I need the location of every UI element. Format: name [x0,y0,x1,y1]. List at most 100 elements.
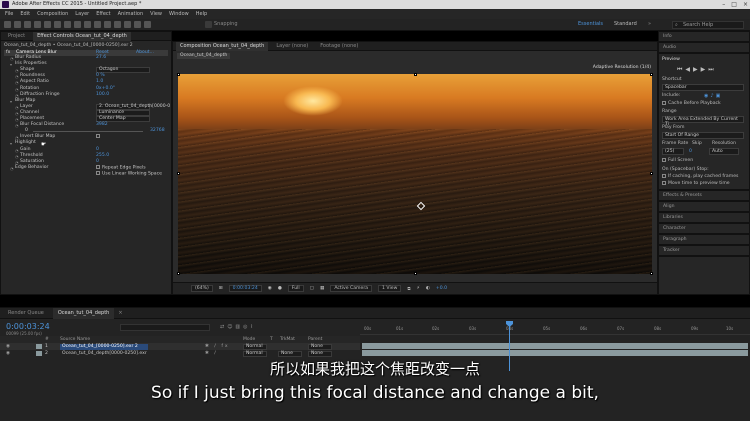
transform-handle-b[interactable] [414,272,417,275]
grid-icon[interactable]: ⊞ [219,286,223,291]
graph-editor-icon[interactable]: ⌇ [251,324,256,330]
effect-property-value[interactable]: 255.0 [96,153,109,159]
frame-rate-dropdown[interactable]: (25) [662,148,684,155]
align-panel[interactable]: Align [658,201,750,212]
cache-checkbox[interactable] [662,100,666,105]
include-overlays-icon[interactable]: ▣ [716,93,723,99]
hand-tool-icon[interactable] [24,21,31,28]
frame-blending-icon[interactable]: ▥ [235,324,243,330]
full-screen-checkbox[interactable] [662,157,666,162]
transform-handle-r[interactable] [650,172,653,175]
transform-handle-t[interactable] [414,73,417,76]
layer-1-duration-bar[interactable] [362,343,748,349]
checkbox-icon[interactable] [96,134,100,139]
effect-property-checkbox[interactable]: Use Linear Working Space [96,170,162,178]
layer-2-parent-dropdown[interactable]: None [308,350,332,357]
effect-property-row[interactable]: Threshold 255.0 ◔ [4,153,168,159]
effect-property-value[interactable]: 0 [96,159,99,165]
audio-panel[interactable]: Audio [658,42,750,53]
close-icon[interactable]: × [743,0,748,9]
move-time-checkbox[interactable] [662,180,666,185]
col-source-name[interactable]: Source Name [60,336,90,343]
last-frame-icon[interactable]: ⏭ [708,66,716,73]
effect-property-row[interactable]: Use Linear Working Space [4,170,168,178]
reset-exposure-icon[interactable]: ◐ [426,286,430,291]
region-of-interest-icon[interactable]: ▢ [310,286,314,291]
rectangle-tool-icon[interactable] [74,21,81,28]
play-from-dropdown[interactable]: Start Of Range [662,132,744,139]
tab-project[interactable]: Project [4,32,29,41]
effect-property-row[interactable]: Saturation 0 ◔ [4,159,168,165]
layer-1-label-color[interactable] [36,344,42,349]
camera-tool-icon[interactable] [54,21,61,28]
snapping-checkbox[interactable] [205,21,212,28]
pen-tool-icon[interactable] [84,21,91,28]
move-time-option[interactable]: Move time to preview time [662,180,746,187]
effect-property-row[interactable]: Channel Luminance ◔ [4,109,168,116]
full-screen-option[interactable]: Full Screen [662,157,746,164]
comp-name-tab[interactable]: Ocean_tut_04_depth [177,53,231,59]
menu-file[interactable]: File [5,11,13,17]
play-icon[interactable]: ▶ [693,66,701,73]
layer-2-label-color[interactable] [36,351,42,356]
tab-close-icon[interactable]: × [118,310,122,316]
timeline-current-time[interactable]: 0:00:03:24 [6,322,50,331]
layer-2-trkmat-dropdown[interactable]: None [278,350,302,357]
prev-frame-icon[interactable]: ◀ [685,66,693,73]
effect-property-row[interactable]: Diffraction Fringe 100.0 ◔ [4,92,168,98]
effect-property-row[interactable]: Layer 2. Ocean_tut_04_depth[0000-0 ◔ [4,103,170,110]
layer-2-switches[interactable]: ✱ / [205,350,218,357]
minimize-icon[interactable]: – [722,0,725,9]
effect-property-row[interactable]: Edge Behavior Repeat Edge Pixels ◔ [4,164,168,171]
workspace-standard[interactable]: Standard [614,21,637,27]
effect-property-dropdown[interactable]: 2. Ocean_tut_04_depth[0000-0 [96,103,170,110]
paragraph-panel[interactable]: Paragraph [658,234,750,245]
resolution-dropdown[interactable]: Full [287,285,304,292]
transform-handle-l[interactable] [177,172,180,175]
snapshot-icon[interactable]: ◉ [268,286,272,291]
color-channel-icon[interactable]: ● [278,286,282,291]
ocean-sunset-frame[interactable] [178,74,652,274]
workspace-more-icon[interactable]: » [648,21,651,27]
effect-property-row[interactable]: Rotation 0x+0.0° ◔ [4,86,168,92]
effects-presets-panel[interactable]: Effects & Presets [658,190,750,201]
tab-layer[interactable]: Layer (none) [272,42,312,51]
effect-property-row[interactable]: Gain 0 ◔ [4,147,168,153]
tab-effect-controls[interactable]: Effect Controls Ocean_tut_04_depth [33,31,131,41]
effect-property-row[interactable]: Aspect Ratio 1.0 ◔ [4,79,168,85]
if-caching-checkbox[interactable] [662,173,666,178]
tab-footage[interactable]: Footage (none) [316,42,362,51]
libraries-panel[interactable]: Libraries [658,212,750,223]
effect-property-value[interactable]: 3982 [96,122,108,128]
range-dropdown[interactable]: Work Area Extended By Current Ti [662,116,744,127]
transform-handle-br[interactable] [650,272,653,275]
effect-property-value[interactable]: 100.0 [96,92,109,98]
tracker-panel[interactable]: Tracker [658,245,750,256]
current-time-display[interactable]: 0:00:03:24 [228,285,262,292]
brush-tool-icon[interactable] [104,21,111,28]
search-help-input[interactable]: ⌕ Search Help [672,21,744,29]
zoom-tool-icon[interactable] [34,21,41,28]
layer-1-switches[interactable]: ✱ / fx [205,343,230,350]
character-panel[interactable]: Character [658,223,750,234]
fast-previews-icon[interactable]: ⚡ [417,286,420,291]
view-layout-dropdown[interactable]: 1 View [378,285,402,292]
layer-1-visibility-icon[interactable]: ◉ [6,343,10,350]
menu-view[interactable]: View [150,11,162,17]
timeline-search-input[interactable] [120,324,210,331]
home-icon[interactable] [4,21,11,28]
effect-property-dropdown[interactable]: Luminance [96,109,150,116]
if-caching-option[interactable]: If caching, play cached frames [662,173,746,180]
effect-property-row[interactable]: Blur Map ▾ [4,98,168,104]
effect-property-row[interactable]: Highlight ▾ [4,140,168,146]
tab-timeline-comp[interactable]: Ocean_tut_04_depth [52,307,115,319]
effect-property-value[interactable]: 1.0 [96,79,103,85]
menu-help[interactable]: Help [196,11,207,17]
pan-behind-tool-icon[interactable] [64,21,71,28]
transform-handle-bl[interactable] [177,272,180,275]
menu-layer[interactable]: Layer [75,11,89,17]
effect-property-value[interactable]: 0 [96,147,99,153]
transform-handle-tl[interactable] [177,73,180,76]
menu-animation[interactable]: Animation [118,11,144,17]
layer-row-2[interactable]: ◉ 2 Ocean_tut_04_depth[0000-0250].exr ✱ … [0,350,360,357]
